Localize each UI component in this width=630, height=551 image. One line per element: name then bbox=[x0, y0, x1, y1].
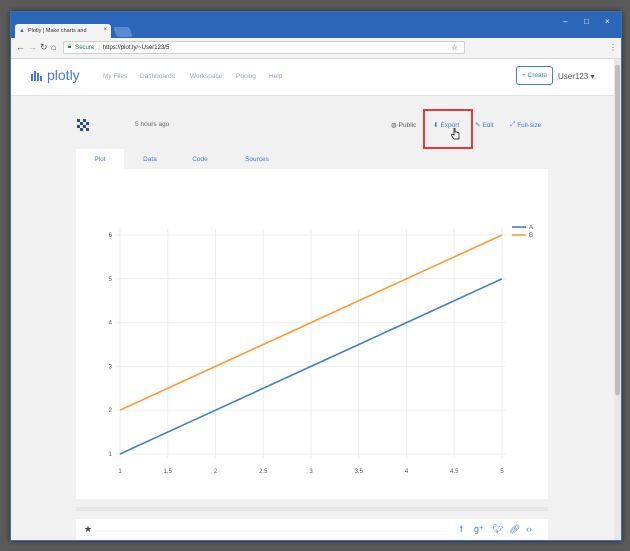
back-icon[interactable]: ← bbox=[16, 42, 25, 52]
edit-label: Edit bbox=[482, 121, 494, 129]
maximize-button[interactable]: □ bbox=[584, 17, 589, 26]
close-window-button[interactable]: × bbox=[605, 17, 610, 26]
facebook-icon[interactable]: f bbox=[460, 524, 463, 534]
lock-icon: 🔒︎ bbox=[68, 44, 72, 50]
bookmark-star-icon[interactable]: ☆ bbox=[451, 43, 458, 52]
forward-icon[interactable]: → bbox=[28, 42, 37, 52]
scrollbar-thumb[interactable] bbox=[615, 65, 620, 395]
x-tick-label: 1 bbox=[118, 469, 122, 475]
divider: | bbox=[98, 44, 100, 51]
fullsize-button[interactable]: ⤢ Full-size bbox=[510, 121, 541, 129]
nav-pricing[interactable]: Pricing bbox=[236, 73, 256, 80]
updated-time: 5 hours ago bbox=[135, 121, 170, 128]
expand-icon: ⤢ bbox=[510, 121, 516, 128]
x-tick-label: 4.5 bbox=[450, 469, 459, 475]
public-toggle[interactable]: ◍ Public bbox=[391, 121, 417, 130]
x-tick-label: 2.5 bbox=[259, 469, 268, 475]
y-tick-label: 3 bbox=[109, 364, 113, 370]
nav-my-files[interactable]: My Files bbox=[103, 73, 127, 80]
line-chart[interactable]: 1 1.5 2 2.5 3 3.5 4 4.5 5 1 2 3 4 5 6 AB bbox=[76, 169, 548, 499]
plotly-logo[interactable]: plotly bbox=[31, 67, 80, 83]
tab-close-icon[interactable]: × bbox=[103, 27, 107, 33]
create-button[interactable]: + Create bbox=[516, 66, 553, 85]
username: User123 bbox=[558, 72, 589, 81]
avatar[interactable] bbox=[77, 119, 89, 131]
tab-sources[interactable]: Sources bbox=[232, 149, 282, 169]
browser-window: ▲ Plotly | Make charts and × – □ × ← → ↻… bbox=[10, 11, 622, 541]
globe-icon: ◍ bbox=[391, 122, 397, 129]
address-input[interactable]: 🔒︎ Secure | https://plot.ly/~User123/5 ☆ bbox=[63, 41, 465, 54]
title-bar: ▲ Plotly | Make charts and × – □ × bbox=[11, 12, 621, 38]
horizontal-scrollbar[interactable] bbox=[76, 507, 548, 511]
x-tick-label: 4 bbox=[405, 469, 409, 475]
x-tick-label: 3 bbox=[309, 469, 313, 475]
edit-button[interactable]: ✎ Edit bbox=[475, 121, 494, 130]
reload-icon[interactable]: ↻ bbox=[40, 42, 48, 53]
plot-tabs: Plot Data Code Sources bbox=[76, 149, 548, 169]
tab-title: Plotly | Make charts and bbox=[27, 28, 87, 34]
x-tick-label: 3.5 bbox=[355, 469, 364, 475]
fullsize-label: Full-size bbox=[517, 121, 542, 129]
tab-data[interactable]: Data bbox=[128, 149, 172, 169]
browser-menu-icon[interactable]: ⋮ bbox=[609, 43, 617, 52]
home-icon[interactable]: ⌂ bbox=[51, 42, 56, 52]
vertical-scrollbar[interactable] bbox=[614, 59, 621, 540]
minimize-button[interactable]: – bbox=[563, 17, 567, 26]
edit-icon: ✎ bbox=[475, 122, 481, 129]
nav-workspace[interactable]: Workspace bbox=[190, 73, 222, 80]
address-bar-row: ← → ↻ ⌂ 🔒︎ Secure | https://plot.ly/~Use… bbox=[11, 38, 621, 59]
star-icon[interactable]: ★ bbox=[84, 524, 92, 535]
x-tick-label: 5 bbox=[500, 469, 504, 475]
x-tick-label: 2 bbox=[214, 469, 218, 475]
public-label: Public bbox=[398, 121, 417, 129]
y-tick-label: 1 bbox=[109, 452, 113, 458]
nav-dashboards[interactable]: Dashboards bbox=[140, 73, 175, 80]
plot-card: 1 1.5 2 2.5 3 3.5 4 4.5 5 1 2 3 4 5 6 A B bbox=[76, 169, 548, 499]
tab-plot[interactable]: Plot bbox=[76, 149, 124, 169]
export-highlight-box bbox=[423, 109, 473, 149]
secure-label: Secure bbox=[75, 44, 95, 51]
plotly-logo-icon bbox=[31, 70, 42, 81]
google-plus-icon[interactable]: g⁺ bbox=[474, 524, 484, 535]
nav-help[interactable]: Help bbox=[269, 73, 282, 80]
page-content: plotly My Files Dashboards Workspace Pri… bbox=[11, 59, 614, 540]
new-tab-button[interactable] bbox=[113, 27, 133, 37]
legend-label-b: B bbox=[529, 233, 533, 239]
chevron-down-icon: ▾ bbox=[588, 72, 595, 81]
user-menu[interactable]: User123 ▾ bbox=[558, 72, 595, 81]
plot-footer: ★ f g⁺ 🐦︎ 🔗︎ ‹› bbox=[76, 519, 548, 540]
url-text: https://plot.ly/~User123/5 bbox=[102, 44, 170, 51]
hand-cursor-icon bbox=[451, 128, 460, 140]
twitter-icon[interactable]: 🐦︎ bbox=[492, 524, 503, 535]
browser-tab[interactable]: ▲ Plotly | Make charts and × bbox=[15, 24, 111, 38]
y-tick-label: 2 bbox=[109, 408, 113, 414]
x-tick-label: 1.5 bbox=[164, 469, 173, 475]
plot-header: 5 hours ago ◍ Public ⬇ Export ✎ Edit ⤢ Full-… bbox=[11, 106, 614, 146]
plotly-favicon-icon: ▲ bbox=[19, 28, 25, 34]
y-tick-label: 5 bbox=[109, 277, 113, 283]
embed-icon[interactable]: ‹› bbox=[526, 524, 532, 534]
site-navbar: plotly My Files Dashboards Workspace Pri… bbox=[11, 59, 614, 96]
tab-code[interactable]: Code bbox=[176, 149, 224, 169]
logo-text: plotly bbox=[47, 67, 80, 83]
y-tick-label: 4 bbox=[109, 321, 113, 327]
link-icon[interactable]: 🔗︎ bbox=[509, 524, 520, 535]
legend-label-a: A bbox=[529, 225, 533, 231]
y-tick-label: 6 bbox=[109, 233, 113, 239]
